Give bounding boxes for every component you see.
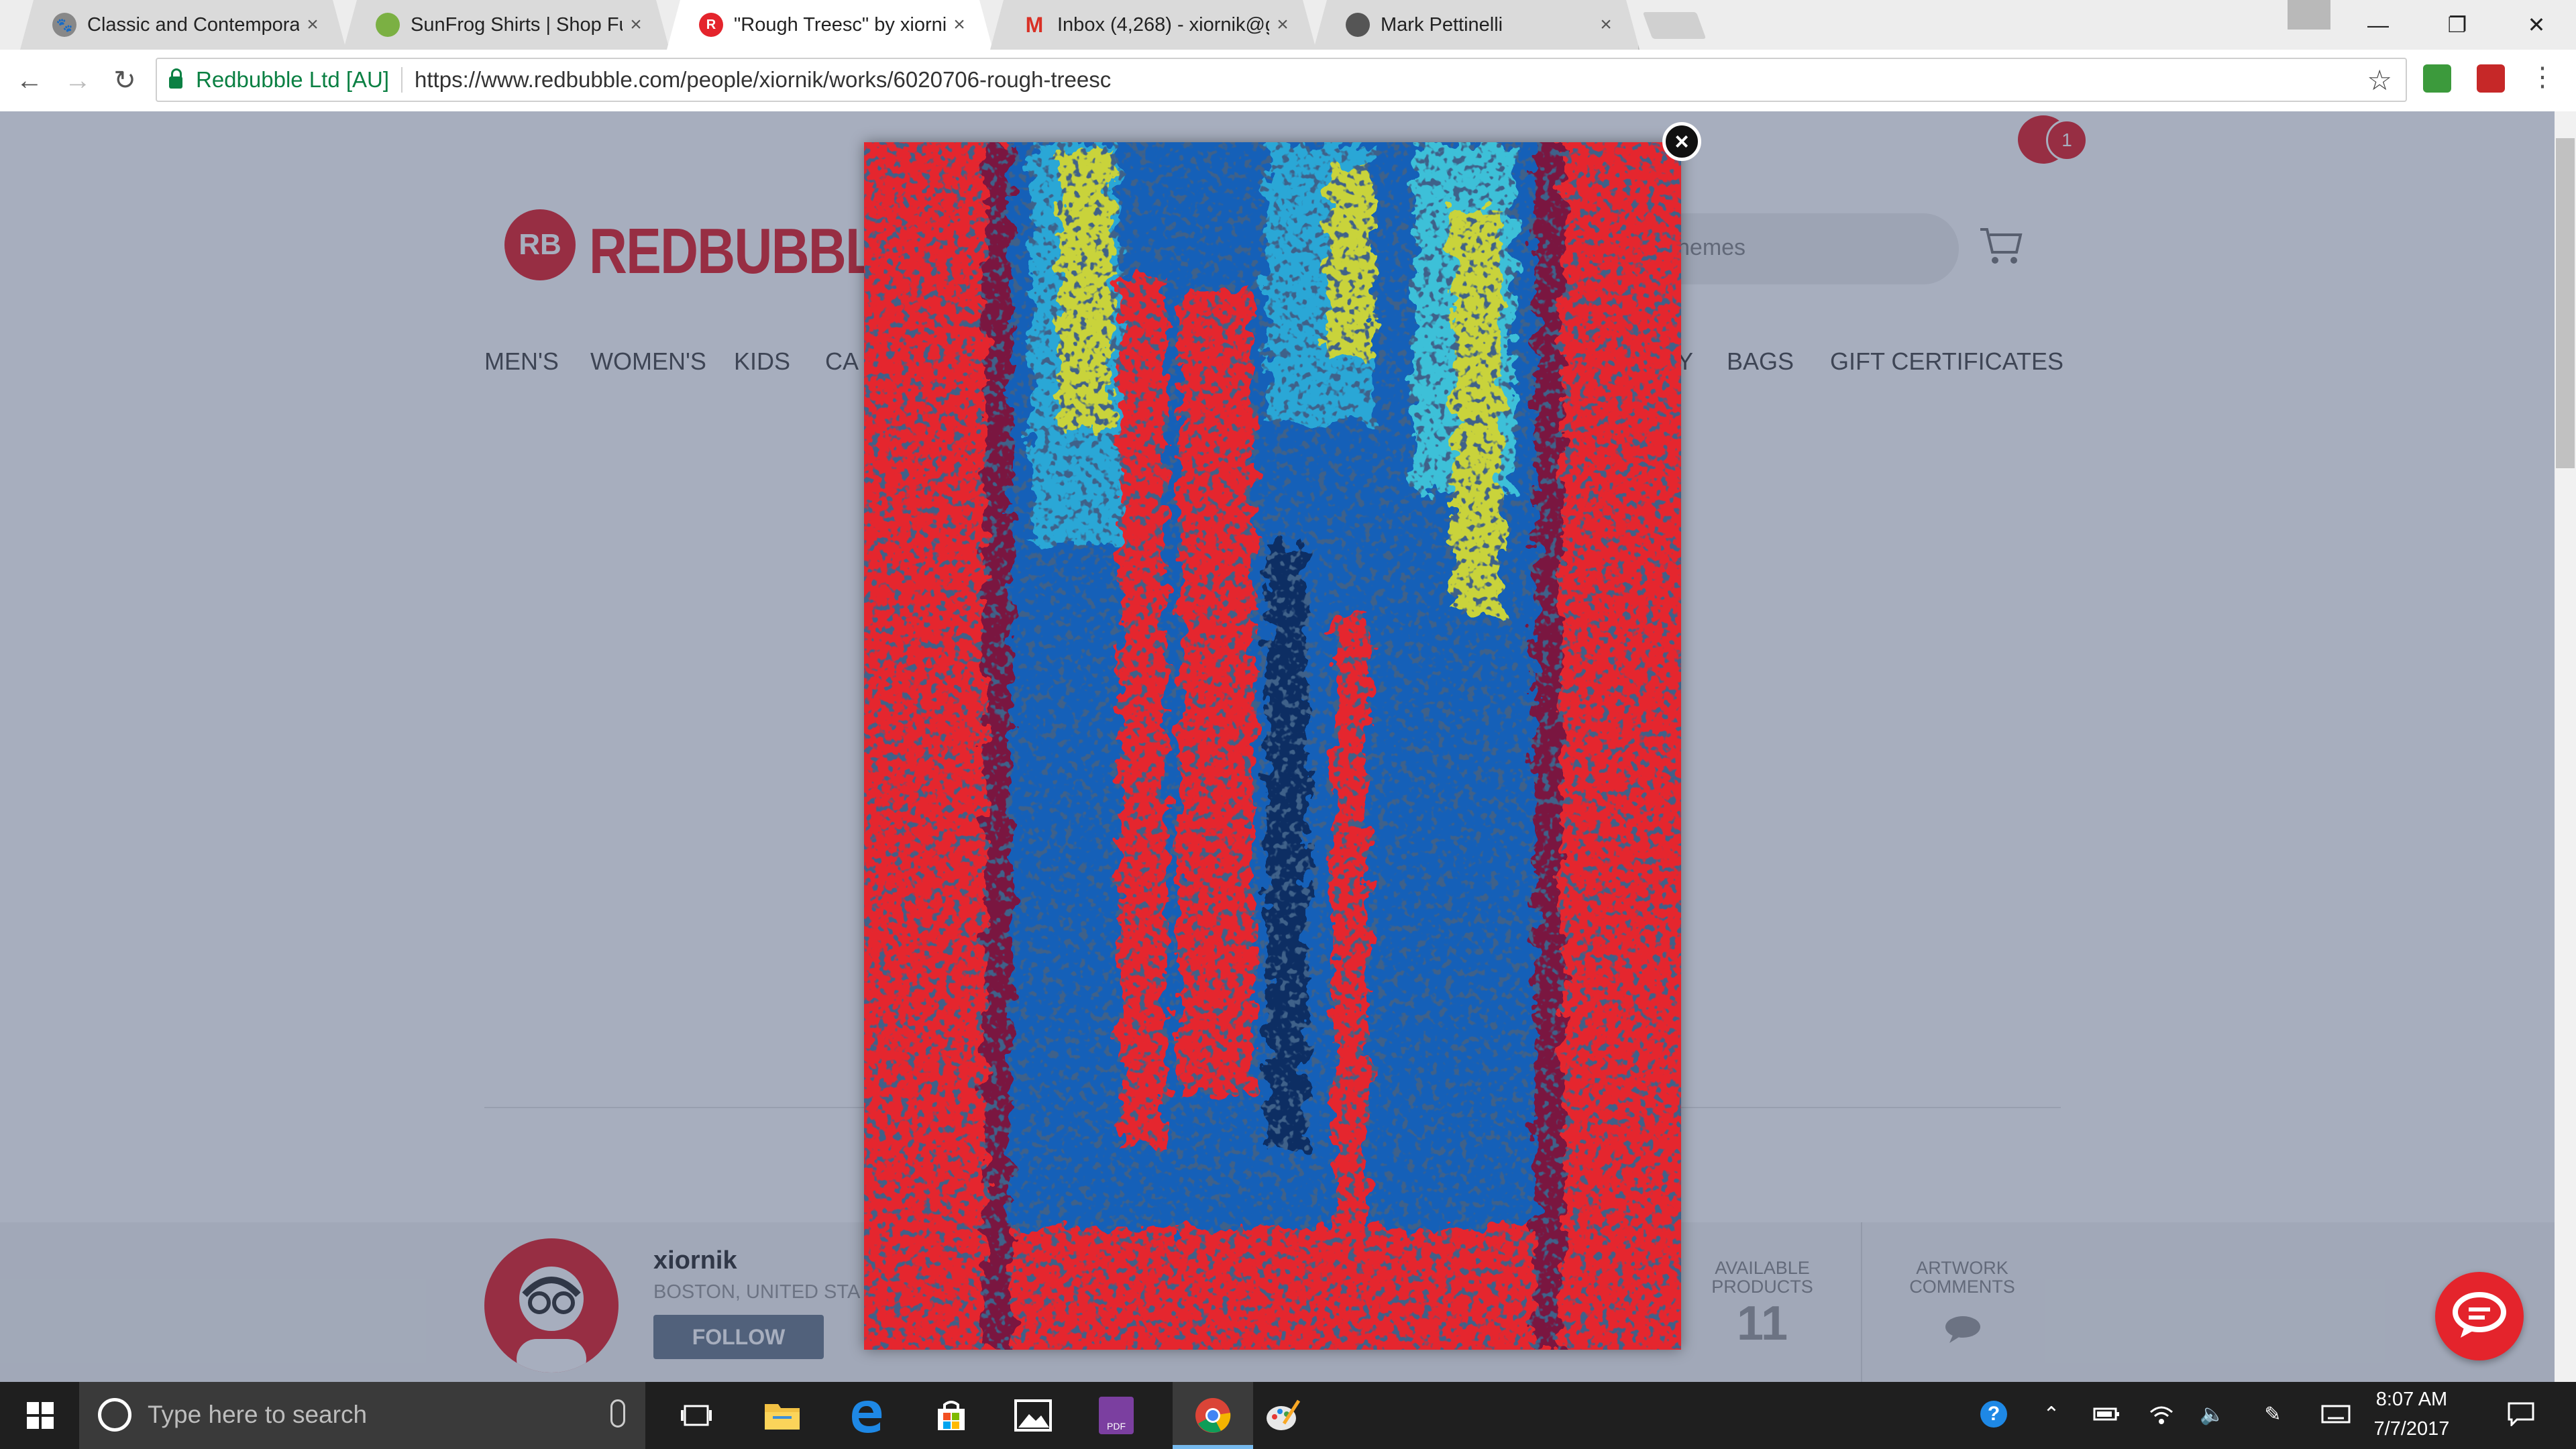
profile-icon[interactable] — [2288, 0, 2330, 30]
tab-close-icon[interactable]: × — [299, 13, 326, 36]
lightbox-close-button[interactable]: × — [1662, 122, 1701, 161]
browser-tab-4[interactable]: M Inbox (4,268) - xiornik@g × — [990, 0, 1316, 50]
tab-title: Mark Pettinelli — [1381, 13, 1503, 36]
dog-icon: 🐾 — [52, 13, 76, 37]
artwork-lightbox-image — [851, 129, 1696, 1363]
browser-tab-2[interactable]: SunFrog Shirts | Shop Fu × — [343, 0, 669, 50]
browser-tab-1[interactable]: 🐾 Classic and Contempora × — [20, 0, 346, 50]
taskbar-clock-date[interactable]: 7/7/2017 — [2361, 1418, 2462, 1440]
taskbar-search-placeholder: Type here to search — [148, 1401, 368, 1428]
browser-tab-5[interactable]: Mark Pettinelli × — [1313, 0, 1640, 50]
cortana-icon — [98, 1398, 131, 1432]
address-bar[interactable]: Redbubble Ltd [AU] https://www.redbubble… — [156, 58, 2407, 102]
tab-title: Classic and Contempora — [87, 13, 299, 36]
chrome-icon[interactable] — [1186, 1389, 1240, 1442]
tab-title: "Rough Treesc" by xiorni — [734, 13, 946, 36]
store-icon[interactable] — [924, 1389, 978, 1442]
restore-button[interactable]: ❐ — [2418, 0, 2497, 50]
url-text[interactable]: https://www.redbubble.com/people/xiornik… — [415, 67, 1111, 93]
chat-bubble-icon — [2453, 1292, 2506, 1338]
volume-icon[interactable]: 🔈 — [2198, 1399, 2227, 1429]
file-explorer-icon[interactable] — [755, 1389, 809, 1442]
photos-icon[interactable] — [1006, 1389, 1060, 1442]
task-view-icon[interactable] — [669, 1389, 723, 1442]
help-tray-icon[interactable]: ? — [1979, 1399, 2008, 1429]
forward-arrow-icon[interactable]: → — [58, 60, 98, 101]
taskbar-active-indicator — [1173, 1445, 1253, 1449]
minimize-button[interactable]: — — [2339, 0, 2418, 50]
sunfrog-icon — [376, 13, 400, 37]
tab-close-icon[interactable]: × — [623, 13, 649, 36]
tab-close-icon[interactable]: × — [946, 13, 973, 36]
pdf-app-icon[interactable]: PDF — [1089, 1389, 1143, 1442]
edge-browser-icon[interactable] — [840, 1389, 894, 1442]
tab-title: Inbox (4,268) - xiornik@g — [1057, 13, 1269, 36]
close-window-button[interactable]: ✕ — [2497, 0, 2576, 50]
security-label: Redbubble Ltd [AU] — [196, 67, 390, 92]
back-arrow-icon[interactable]: ← — [9, 60, 50, 101]
reload-icon[interactable]: ↻ — [105, 60, 145, 101]
taskbar-clock-time[interactable]: 8:07 AM — [2361, 1389, 2462, 1411]
live-chat-button[interactable] — [2435, 1272, 2524, 1360]
browser-tab-3-active[interactable]: R "Rough Treesc" by xiorni × — [667, 0, 993, 50]
artwork-rough-treesc — [851, 129, 1696, 1363]
action-center-icon[interactable] — [2506, 1399, 2536, 1429]
tab-close-icon[interactable]: × — [1593, 13, 1619, 36]
paint-app-icon[interactable] — [1256, 1389, 1309, 1442]
microphone-icon[interactable] — [610, 1399, 625, 1428]
new-tab-button[interactable] — [1642, 12, 1707, 39]
url-separator — [401, 67, 403, 93]
gmail-icon: M — [1025, 12, 1044, 37]
redbubble-icon: R — [699, 13, 723, 37]
pen-workspace-icon[interactable]: ✎ — [2258, 1399, 2288, 1429]
menu-dots-icon[interactable]: ⋮ — [2529, 62, 2556, 93]
bookmark-star-icon[interactable]: ☆ — [2367, 64, 2392, 97]
windows-start-icon[interactable] — [13, 1389, 67, 1442]
show-hidden-icons-icon[interactable]: ⌃ — [2037, 1399, 2066, 1429]
ghost-icon — [1346, 13, 1370, 37]
touch-keyboard-icon[interactable] — [2321, 1399, 2351, 1429]
extension-icon-red[interactable] — [2477, 64, 2505, 93]
tab-close-icon[interactable]: × — [1269, 13, 1296, 36]
wifi-icon[interactable] — [2147, 1399, 2176, 1429]
tab-title: SunFrog Shirts | Shop Fu — [411, 13, 623, 36]
battery-icon[interactable] — [2092, 1399, 2121, 1429]
extension-icon-green[interactable] — [2423, 64, 2451, 93]
scrollbar-thumb[interactable] — [2556, 138, 2575, 468]
lock-icon — [169, 68, 182, 89]
